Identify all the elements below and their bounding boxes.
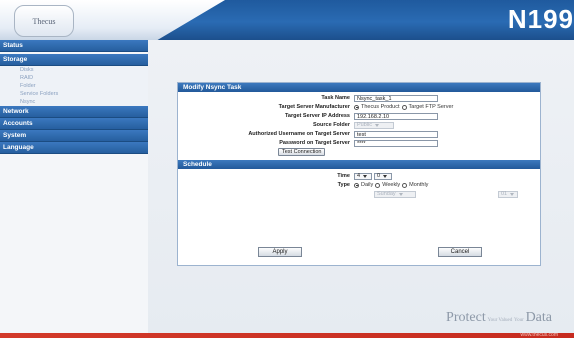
source-folder-select[interactable]: Public (354, 121, 394, 129)
form-actions: Apply Cancel (178, 247, 540, 257)
sidebar-subitem-raid[interactable]: RAID (0, 74, 148, 82)
brand-logo: Thecus (14, 5, 74, 37)
monthly-radio[interactable] (402, 182, 408, 188)
task-name-row: Task Name Nsync_task_1 (178, 94, 540, 103)
ftp-server-label: Target FTP Server (408, 104, 454, 110)
sidebar-subitem-service-folders[interactable]: Service Folders (0, 90, 148, 98)
header-logo-area: Thecus (0, 0, 225, 40)
device-model: N199 (507, 4, 574, 34)
ftp-server-radio[interactable] (401, 104, 407, 110)
daily-radio[interactable] (354, 182, 359, 188)
chevron-down-icon (363, 174, 368, 178)
monthday-select[interactable]: 01 (498, 190, 518, 198)
apply-button[interactable]: Apply (258, 247, 302, 257)
sidebar-item-storage[interactable]: Storage (0, 54, 148, 66)
source-folder-value: Public (357, 122, 372, 128)
footer-bar (0, 333, 574, 338)
chevron-down-icon (398, 192, 403, 196)
username-row: Authorized Username on Target Server tes… (178, 130, 540, 139)
test-connection-row: Test Connection (178, 148, 540, 158)
sidebar-item-network[interactable]: Network (0, 106, 148, 118)
chevron-down-icon (374, 123, 379, 127)
chevron-down-icon (383, 174, 388, 178)
sidebar-subitem-disks[interactable]: Disks (0, 66, 148, 74)
thecus-product-label: Thecus Product (361, 104, 400, 110)
modify-nsync-task-header: Modify Nsync Task (178, 83, 540, 92)
logo-text: Thecus (32, 16, 56, 26)
type-options-row: Sunday 01 (178, 190, 540, 199)
hour-select[interactable]: 4 (354, 172, 372, 180)
nsync-task-panel: Modify Nsync Task Task Name Nsync_task_1… (177, 82, 541, 266)
tagline-protect: Protect (446, 310, 486, 325)
time-row: Time 4 0 (178, 172, 540, 181)
test-connection-button[interactable]: Test Connection (278, 148, 326, 156)
task-name-label: Task Name (321, 95, 350, 101)
source-folder-row: Source Folder Public (178, 121, 540, 130)
footer-url: www.thecus.com (520, 332, 558, 338)
manufacturer-label: Target Server Manufacturer (278, 104, 350, 110)
sidebar-item-accounts[interactable]: Accounts (0, 118, 148, 130)
tagline-small-2: Your (514, 318, 524, 323)
source-folder-label: Source Folder (313, 122, 350, 128)
minute-select[interactable]: 0 (374, 172, 392, 180)
tagline-data: Data (525, 310, 552, 325)
password-input[interactable]: **** (354, 139, 438, 147)
brand-tagline: Protect Your Valued Your Data (446, 310, 552, 326)
task-name-input[interactable]: Nsync_task_1 (354, 94, 438, 102)
chevron-down-icon (510, 192, 515, 196)
sidebar-subitem-folder[interactable]: Folder (0, 82, 148, 90)
daily-label: Daily (361, 182, 374, 188)
monthly-label: Monthly (409, 182, 429, 188)
password-row: Password on Target Server **** (178, 139, 540, 148)
weekday-select[interactable]: Sunday (374, 190, 416, 198)
hour-value: 4 (357, 173, 361, 179)
time-label: Time (337, 173, 350, 179)
schedule-header: Schedule (178, 160, 540, 169)
sidebar-item-language[interactable]: Language (0, 142, 148, 154)
sidebar-item-status[interactable]: Status (0, 40, 148, 52)
thecus-product-radio[interactable] (354, 104, 359, 110)
type-row: Type Daily Weekly Monthly (178, 181, 540, 190)
monthday-value: 01 (501, 191, 508, 197)
ip-row: Target Server IP Address 192.168.2.10 (178, 112, 540, 121)
ip-input[interactable]: 192.168.2.10 (354, 112, 438, 120)
top-header: Thecus N199 (0, 0, 574, 40)
username-input[interactable]: test (354, 130, 438, 138)
manufacturer-row: Target Server Manufacturer Thecus Produc… (178, 103, 540, 112)
minute-value: 0 (377, 173, 381, 179)
weekly-radio[interactable] (375, 182, 381, 188)
type-label: Type (337, 182, 350, 188)
weekly-label: Weekly (382, 182, 401, 188)
sidebar-nav: Status Storage Disks RAID Folder Service… (0, 40, 148, 154)
password-label: Password on Target Server (279, 140, 350, 146)
cancel-button[interactable]: Cancel (438, 247, 482, 257)
sidebar-item-system[interactable]: System (0, 130, 148, 142)
ip-label: Target Server IP Address (284, 113, 350, 119)
sidebar-subitem-nsync[interactable]: Nsync (0, 98, 148, 106)
tagline-small-1: Your Valued (487, 318, 513, 323)
username-label: Authorized Username on Target Server (248, 131, 350, 137)
weekday-value: Sunday (377, 191, 396, 197)
